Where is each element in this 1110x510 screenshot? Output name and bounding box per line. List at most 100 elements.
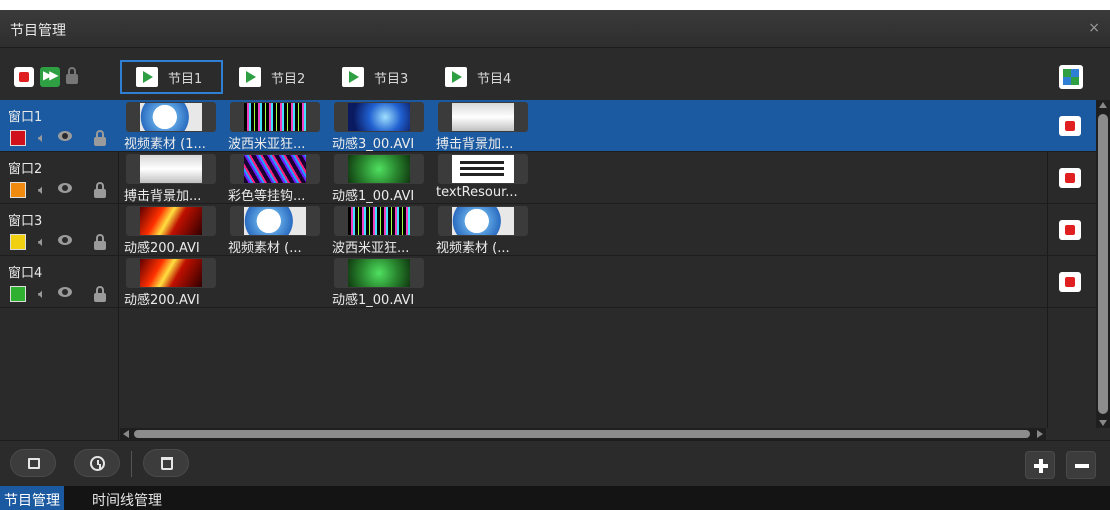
program-tabs: 节目1 节目2 节目3 节目4: [120, 60, 532, 94]
eye-icon[interactable]: [58, 287, 72, 297]
program-toolbar: ▶▶ 节目1 节目2 节目3 节目4: [0, 49, 1110, 101]
trash-icon: [161, 457, 173, 470]
window-button[interactable]: [10, 449, 56, 477]
media-clip[interactable]: 动感3_00.AVI: [328, 102, 430, 152]
window-row[interactable]: 窗口1 🔈︎ 视频素材 (1... 波西米亚狂... 动感3_00.AVI 搏击背景加..…: [0, 100, 1096, 152]
layout-grid-icon[interactable]: [1059, 65, 1083, 89]
record-button[interactable]: [14, 67, 34, 87]
scroll-up-icon[interactable]: [1099, 102, 1107, 108]
scroll-left-icon[interactable]: [123, 430, 129, 438]
eye-icon[interactable]: [58, 183, 72, 193]
media-clip[interactable]: 搏击背景加...: [120, 154, 222, 204]
bottom-toolbar: [0, 440, 1110, 486]
clip-thumbnail: [438, 206, 528, 236]
play-icon: [445, 67, 467, 87]
clock-icon: [90, 456, 105, 471]
program-tab-1[interactable]: 节目1: [120, 60, 223, 94]
eye-icon[interactable]: [58, 235, 72, 245]
media-clip[interactable]: 搏击背景加...: [432, 102, 534, 152]
window-row[interactable]: 窗口2 🔈︎ 搏击背景加... 彩色等挂钩... 动感1_00.AVI textResou…: [0, 152, 1096, 204]
media-clip[interactable]: 视频素材 (1...: [120, 102, 222, 152]
vertical-scrollbar[interactable]: [1096, 100, 1110, 428]
media-clip[interactable]: 视频素材 (...: [224, 206, 326, 256]
schedule-button[interactable]: [74, 449, 120, 477]
record-icon[interactable]: [1059, 168, 1081, 188]
window-row[interactable]: 窗口4 🔈︎ 动感200.AVI 动感1_00.AVI: [0, 256, 1096, 308]
clip-label: textResour...: [436, 185, 518, 200]
eye-icon[interactable]: [58, 131, 72, 141]
media-clip[interactable]: 视频素材 (...: [432, 206, 534, 256]
add-button[interactable]: [1025, 451, 1055, 479]
window-name: 窗口2: [8, 162, 43, 177]
media-clip[interactable]: 动感200.AVI: [120, 258, 222, 308]
scroll-right-icon[interactable]: [1037, 430, 1043, 438]
lock-icon[interactable]: [66, 67, 78, 85]
horizontal-scrollbar[interactable]: [120, 428, 1046, 440]
clip-label: 彩色等挂钩...: [228, 189, 306, 204]
lock-icon[interactable]: [94, 182, 106, 198]
clip-label: 搏击背景加...: [124, 189, 202, 204]
record-icon[interactable]: [1059, 220, 1081, 240]
close-icon[interactable]: ×: [1088, 20, 1100, 36]
delete-button[interactable]: [143, 449, 189, 477]
window-list: 窗口1 🔈︎ 视频素材 (1... 波西米亚狂... 动感3_00.AVI 搏击背景加..…: [0, 100, 1110, 428]
program-tab-label: 节目3: [374, 71, 409, 87]
clip-label: 动感200.AVI: [124, 293, 200, 308]
record-icon[interactable]: [1059, 116, 1081, 136]
speaker-icon[interactable]: 🔈︎: [38, 235, 46, 250]
clip-label: 视频素材 (...: [228, 241, 302, 256]
play-all-button[interactable]: ▶▶: [40, 67, 60, 87]
record-icon[interactable]: [1059, 272, 1081, 292]
window-color-swatch[interactable]: [10, 130, 26, 146]
media-clip[interactable]: 波西米亚狂...: [224, 102, 326, 152]
speaker-icon[interactable]: 🔈︎: [38, 287, 46, 302]
program-manager-panel: 节目管理 × ▶▶ 节目1 节目2 节目3 节目4 窗口1 🔈︎ 视频素材 (1... 波西…: [0, 0, 1110, 510]
media-clip[interactable]: 彩色等挂钩...: [224, 154, 326, 204]
program-tab-label: 节目1: [168, 71, 203, 87]
clip-thumbnail: [334, 258, 424, 288]
fast-forward-icon: ▶▶: [43, 68, 59, 82]
clip-thumbnail: [230, 154, 320, 184]
program-tab-label: 节目2: [271, 71, 306, 87]
clip-thumbnail: [230, 102, 320, 132]
window-color-swatch[interactable]: [10, 286, 26, 302]
lock-icon[interactable]: [94, 286, 106, 302]
program-tab-4[interactable]: 节目4: [429, 60, 532, 94]
media-clip[interactable]: 波西米亚狂...: [328, 206, 430, 256]
clip-thumbnail: [438, 154, 528, 184]
media-clip[interactable]: textResour...: [432, 154, 534, 202]
window-name: 窗口3: [8, 214, 43, 229]
program-tab-2[interactable]: 节目2: [223, 60, 326, 94]
footer-tabs: 节目管理 时间线管理: [0, 486, 1110, 510]
minus-icon: [1075, 464, 1089, 468]
window-color-swatch[interactable]: [10, 234, 26, 250]
clip-label: 动感1_00.AVI: [332, 293, 415, 308]
title-bar: 节目管理 ×: [0, 10, 1110, 48]
clip-label: 波西米亚狂...: [332, 241, 410, 256]
hscroll-spacer-right: [1047, 428, 1110, 440]
window-color-swatch[interactable]: [10, 182, 26, 198]
clip-thumbnail: [126, 102, 216, 132]
media-clip[interactable]: 动感1_00.AVI: [328, 154, 430, 204]
window-row[interactable]: 窗口3 🔈︎ 动感200.AVI 视频素材 (... 波西米亚狂... 视频素材 (...: [0, 204, 1096, 256]
clip-thumbnail: [126, 258, 216, 288]
footer-tab-2[interactable]: 时间线管理: [88, 486, 166, 510]
remove-button[interactable]: [1066, 451, 1096, 479]
speaker-icon[interactable]: 🔈︎: [38, 131, 46, 146]
panel-title: 节目管理: [10, 23, 66, 39]
media-clip[interactable]: 动感200.AVI: [120, 206, 222, 256]
scroll-thumb[interactable]: [1098, 114, 1108, 414]
lock-icon[interactable]: [94, 234, 106, 250]
play-icon: [342, 67, 364, 87]
lock-icon[interactable]: [94, 130, 106, 146]
media-clip[interactable]: 动感1_00.AVI: [328, 258, 430, 308]
scroll-down-icon[interactable]: [1099, 420, 1107, 426]
clip-thumbnail: [334, 154, 424, 184]
hscroll-thumb[interactable]: [134, 430, 1030, 438]
speaker-icon[interactable]: 🔈︎: [38, 183, 46, 198]
clip-thumbnail: [438, 102, 528, 132]
clip-thumbnail: [126, 206, 216, 236]
program-tab-3[interactable]: 节目3: [326, 60, 429, 94]
footer-tab-1[interactable]: 节目管理: [0, 486, 64, 510]
clip-label: 视频素材 (...: [436, 241, 510, 256]
